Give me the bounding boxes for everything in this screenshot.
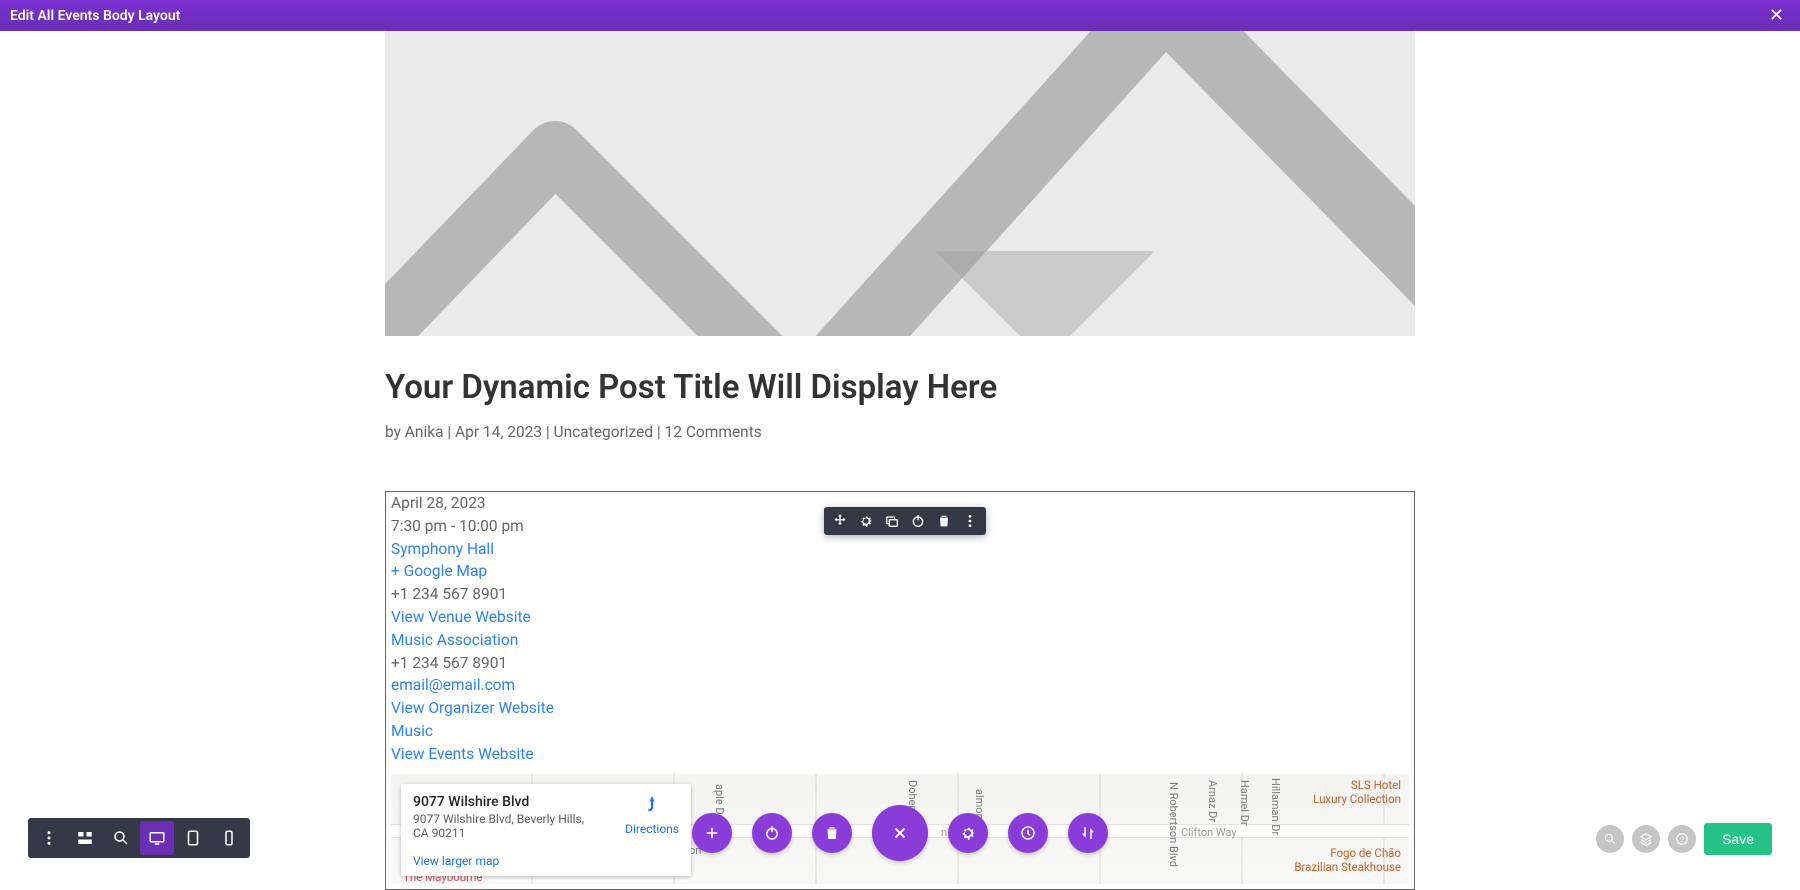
- duplicate-icon[interactable]: [884, 513, 900, 529]
- svg-text:?: ?: [1680, 835, 1684, 844]
- trash-button[interactable]: [812, 813, 852, 853]
- map-road-label: Clifton Way: [1181, 826, 1237, 839]
- featured-image-placeholder: [385, 31, 1415, 336]
- layers-icon[interactable]: [1632, 825, 1660, 853]
- map-street-label: N Robertson Blvd: [1167, 782, 1180, 867]
- event-venue-site-link[interactable]: View Venue Website: [391, 606, 1409, 629]
- event-events-site-link[interactable]: View Events Website: [391, 743, 1409, 766]
- view-dock: [28, 818, 250, 858]
- action-bar: [692, 805, 1108, 861]
- map-card-address: 9077 Wilshire Blvd, Beverly Hills, CA 90…: [413, 812, 598, 840]
- event-venue-link[interactable]: Symphony Hall: [391, 538, 1409, 561]
- more-icon[interactable]: [962, 513, 978, 529]
- map-directions-label: Directions: [625, 822, 679, 836]
- map-directions-button[interactable]: Directions: [625, 794, 679, 840]
- save-button[interactable]: Save: [1704, 823, 1772, 855]
- tablet-view-icon[interactable]: [176, 821, 210, 855]
- map-street-label: Hillaman Dr: [1269, 778, 1282, 835]
- container: Your Dynamic Post Title Will Display Her…: [385, 31, 1415, 890]
- phone-view-icon[interactable]: [212, 821, 246, 855]
- power-icon[interactable]: [910, 513, 926, 529]
- wireframe-icon[interactable]: [68, 821, 102, 855]
- help-icon[interactable]: ?: [1668, 825, 1696, 853]
- event-googlemap-link[interactable]: + Google Map: [391, 560, 1409, 583]
- dock-right: ? Save: [1596, 823, 1772, 855]
- top-bar: Edit All Events Body Layout ✕: [0, 0, 1800, 31]
- zoom-icon[interactable]: [104, 821, 138, 855]
- map-card-title: 9077 Wilshire Blvd: [413, 794, 598, 810]
- dock-more-icon[interactable]: [32, 821, 66, 855]
- swap-button[interactable]: [1068, 813, 1108, 853]
- event-email-link[interactable]: email@email.com: [391, 674, 1409, 697]
- top-bar-title: Edit All Events Body Layout: [10, 8, 1763, 24]
- event-organizer-link[interactable]: Music Association: [391, 629, 1409, 652]
- map-poi: SLS HotelLuxury Collection: [1313, 778, 1401, 806]
- settings-button[interactable]: [948, 813, 988, 853]
- map-street-label: Arnaz Dr: [1206, 780, 1219, 822]
- event-org-site-link[interactable]: View Organizer Website: [391, 697, 1409, 720]
- event-org-phone: +1 234 567 8901: [391, 652, 1409, 675]
- module-toolbar: [824, 507, 986, 535]
- post-meta: by Anika | Apr 14, 2023 | Uncategorized …: [385, 423, 1415, 441]
- event-phone: +1 234 567 8901: [391, 583, 1409, 606]
- desktop-view-icon[interactable]: [140, 821, 174, 855]
- history-button[interactable]: [1008, 813, 1048, 853]
- close-icon[interactable]: ✕: [1763, 5, 1790, 26]
- trash-icon[interactable]: [936, 513, 952, 529]
- move-icon[interactable]: [832, 513, 848, 529]
- content-area: Your Dynamic Post Title Will Display Her…: [0, 31, 1800, 890]
- map-street-label: Hamel Dr: [1238, 780, 1251, 826]
- search-icon[interactable]: [1596, 825, 1624, 853]
- map-info-card: 9077 Wilshire Blvd 9077 Wilshire Blvd, B…: [401, 784, 691, 876]
- power-button[interactable]: [752, 813, 792, 853]
- add-button[interactable]: [692, 813, 732, 853]
- event-category-link[interactable]: Music: [391, 720, 1409, 743]
- close-main-button[interactable]: [872, 805, 928, 861]
- post-title: Your Dynamic Post Title Will Display Her…: [385, 368, 1415, 407]
- gear-icon[interactable]: [858, 513, 874, 529]
- map-view-larger-link[interactable]: View larger map: [413, 854, 679, 868]
- map-poi: Fogo de ChãoBrazilian Steakhouse: [1294, 846, 1401, 874]
